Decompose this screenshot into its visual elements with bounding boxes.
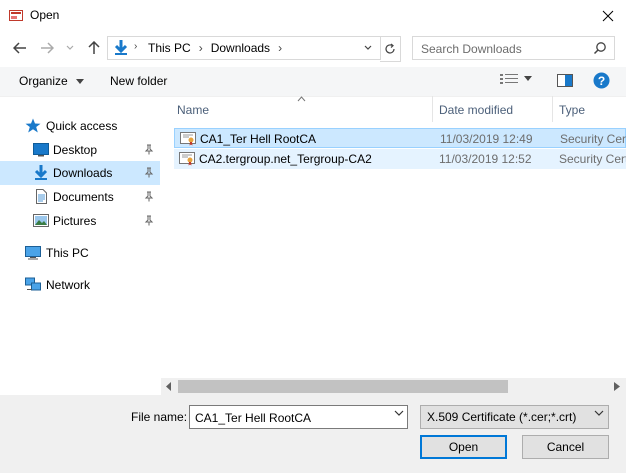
breadcrumb-this-pc[interactable]: This PC bbox=[144, 41, 195, 55]
column-divider[interactable] bbox=[432, 96, 433, 122]
desktop-icon bbox=[33, 143, 49, 157]
pin-icon[interactable] bbox=[144, 215, 154, 226]
view-details-icon bbox=[500, 74, 518, 84]
nav-item-label: Documents bbox=[53, 190, 114, 204]
organize-button[interactable]: Organize bbox=[19, 74, 85, 88]
computer-icon bbox=[25, 246, 41, 260]
file-type: Security Certificate bbox=[559, 152, 626, 166]
nav-item-label: Desktop bbox=[53, 143, 98, 157]
pin-icon[interactable] bbox=[144, 167, 154, 178]
up-button[interactable] bbox=[84, 37, 104, 59]
file-name-combobox[interactable] bbox=[189, 405, 408, 429]
organize-label: Organize bbox=[19, 74, 68, 88]
close-button[interactable] bbox=[590, 0, 626, 31]
scroll-right-icon[interactable] bbox=[614, 382, 620, 391]
column-date-modified[interactable]: Date modified bbox=[439, 103, 513, 117]
file-date: 11/03/2019 12:49 bbox=[440, 132, 533, 146]
scrollbar-thumb[interactable] bbox=[178, 380, 508, 393]
change-view-button[interactable] bbox=[500, 73, 532, 85]
file-row[interactable]: CA1_Ter Hell RootCA 11/03/2019 12:49 Sec… bbox=[174, 128, 626, 148]
nav-item-label: Pictures bbox=[53, 214, 97, 228]
address-bar[interactable]: › This PC › Downloads › bbox=[107, 36, 381, 60]
file-date: 11/03/2019 12:52 bbox=[439, 152, 532, 166]
column-name[interactable]: Name bbox=[177, 103, 209, 117]
nav-item-desktop[interactable]: Desktop bbox=[0, 138, 160, 161]
back-button[interactable] bbox=[10, 37, 30, 59]
nav-quick-access[interactable]: Quick access bbox=[0, 114, 160, 137]
up-arrow-icon bbox=[88, 41, 100, 54]
search-icon[interactable] bbox=[593, 41, 607, 55]
close-icon bbox=[602, 10, 614, 21]
chevron-down-icon bbox=[76, 79, 85, 84]
breadcrumb-separator[interactable]: › bbox=[274, 41, 286, 55]
breadcrumb-separator[interactable]: › bbox=[195, 41, 207, 55]
column-type[interactable]: Type bbox=[559, 103, 585, 117]
star-icon bbox=[25, 118, 41, 133]
horizontal-scrollbar[interactable] bbox=[161, 378, 626, 395]
file-name-input[interactable] bbox=[193, 407, 382, 429]
nav-item-label: Downloads bbox=[53, 166, 113, 180]
svg-text:?: ? bbox=[598, 74, 605, 88]
nav-item-pictures[interactable]: Pictures bbox=[0, 209, 160, 232]
chevron-down-icon[interactable] bbox=[394, 410, 404, 417]
pictures-icon bbox=[33, 214, 49, 227]
open-button[interactable]: Open bbox=[420, 435, 507, 459]
refresh-icon bbox=[385, 43, 395, 54]
nav-item-downloads[interactable]: Downloads bbox=[0, 161, 160, 185]
pin-icon[interactable] bbox=[144, 144, 154, 155]
nav-network-label: Network bbox=[46, 278, 91, 292]
certificate-icon bbox=[179, 152, 195, 166]
breadcrumb-downloads[interactable]: Downloads bbox=[207, 41, 274, 55]
search-input[interactable] bbox=[419, 38, 593, 60]
chevron-down-icon bbox=[66, 45, 74, 50]
file-row[interactable]: CA2.tergroup.net_Tergroup-CA2 11/03/2019… bbox=[174, 149, 626, 169]
title-bar: Open bbox=[0, 0, 626, 31]
scroll-left-icon[interactable] bbox=[166, 382, 172, 391]
documents-icon bbox=[36, 189, 47, 204]
file-type: Security Certificate bbox=[560, 132, 626, 146]
help-icon[interactable]: ? bbox=[593, 72, 610, 89]
nav-this-pc-label: This PC bbox=[46, 246, 89, 260]
app-icon bbox=[9, 10, 23, 21]
preview-pane-icon[interactable] bbox=[557, 74, 573, 87]
nav-item-documents[interactable]: Documents bbox=[0, 185, 160, 208]
downloads-icon bbox=[34, 165, 48, 180]
file-name: CA2.tergroup.net_Tergroup-CA2 bbox=[199, 152, 372, 166]
file-name: CA1_Ter Hell RootCA bbox=[200, 132, 317, 146]
refresh-button[interactable] bbox=[380, 36, 401, 62]
navigation-pane: Quick access Desktop Downloads Documents… bbox=[0, 97, 160, 395]
command-bar: Organize New folder ? bbox=[0, 67, 626, 97]
pin-icon[interactable] bbox=[144, 191, 154, 202]
file-name-label: File name: bbox=[131, 410, 188, 424]
cancel-button[interactable]: Cancel bbox=[522, 435, 609, 459]
network-icon bbox=[25, 277, 41, 291]
forward-arrow-icon bbox=[41, 42, 54, 54]
window-title: Open bbox=[30, 8, 60, 22]
column-headers: Name Date modified Type bbox=[170, 96, 626, 123]
recent-locations-button[interactable] bbox=[63, 37, 77, 59]
column-divider[interactable] bbox=[552, 96, 553, 122]
forward-button[interactable] bbox=[37, 37, 57, 59]
chevron-down-icon bbox=[594, 410, 604, 416]
chevron-down-icon bbox=[364, 45, 372, 50]
nav-network[interactable]: Network bbox=[0, 273, 160, 296]
nav-quick-access-label: Quick access bbox=[46, 119, 118, 133]
breadcrumb: This PC › Downloads › bbox=[144, 41, 286, 55]
downloads-folder-icon bbox=[114, 40, 128, 55]
search-box[interactable] bbox=[412, 36, 615, 60]
back-arrow-icon bbox=[13, 42, 26, 54]
nav-this-pc[interactable]: This PC bbox=[0, 241, 160, 264]
breadcrumb-separator: › bbox=[134, 41, 138, 52]
address-dropdown-button[interactable] bbox=[358, 36, 378, 60]
file-type-filter[interactable]: X.509 Certificate (*.cer;*.crt) bbox=[420, 405, 609, 429]
file-type-filter-value: X.509 Certificate (*.cer;*.crt) bbox=[427, 410, 577, 424]
sort-ascending-icon bbox=[297, 96, 306, 102]
certificate-icon bbox=[180, 132, 196, 146]
chevron-down-icon bbox=[524, 76, 532, 81]
new-folder-button[interactable]: New folder bbox=[110, 74, 167, 88]
